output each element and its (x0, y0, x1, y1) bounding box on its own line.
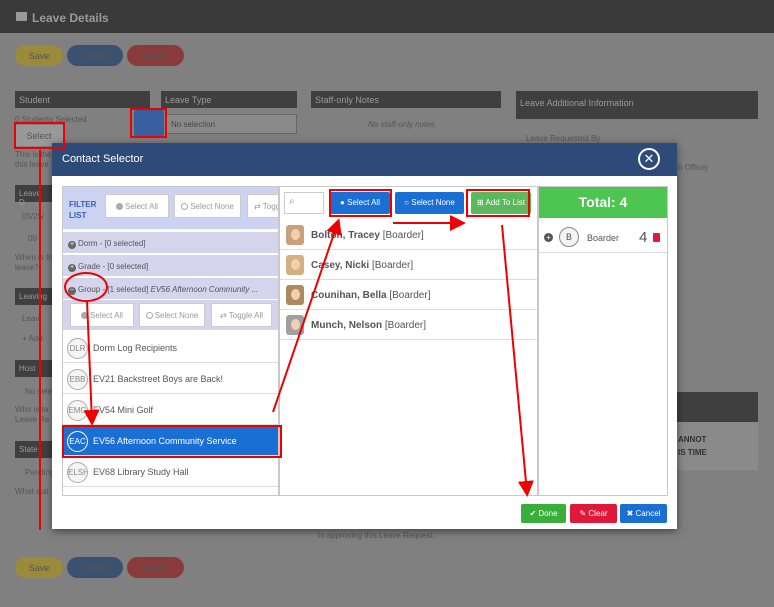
arrow-to-done (501, 224, 534, 497)
arrow-to-group-item (83, 299, 100, 426)
annotation-arrows (39, 150, 534, 530)
arrow-to-select-all (272, 218, 342, 413)
